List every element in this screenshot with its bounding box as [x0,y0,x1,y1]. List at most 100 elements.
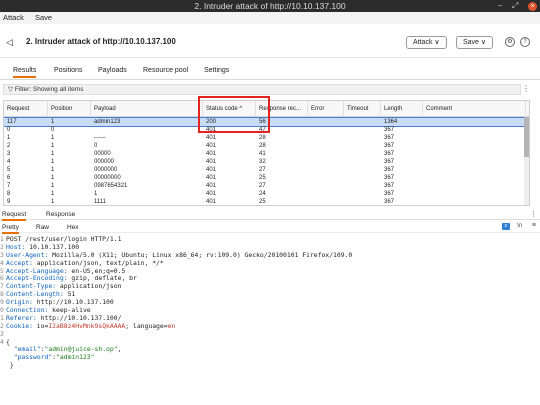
tab-response[interactable]: Response [46,210,75,219]
code-token: http://10.10.137.100 [36,298,114,307]
help-icon[interactable]: ? [520,37,530,47]
col-response-received[interactable]: Response rec... [256,101,308,117]
code-token: POST /rest/user/login HTTP/1.1 [6,235,122,243]
cell-status: 401 [206,175,217,181]
back-icon[interactable]: ◁ [6,37,13,48]
close-icon[interactable]: × [528,1,537,11]
code-token: "email" [13,345,41,354]
cell-req: 3 [7,151,11,157]
cell-pos: 1 [51,119,55,125]
newline-toggle-icon[interactable]: \n [517,223,522,229]
tab-results[interactable]: Results [13,67,37,78]
tab-hex[interactable]: Hex [67,223,79,232]
table-row[interactable]: 2 1 0 401 28 367 [4,142,529,150]
table-row[interactable]: 117 1 admin123 200 56 1364 [4,117,529,127]
table-header: Request Position Payload Status code ^ R… [4,101,529,117]
tab-settings[interactable]: Settings [204,67,229,74]
table-row[interactable]: 1 1 ------ 401 28 367 [4,134,529,142]
tab-request[interactable]: Request [2,210,27,221]
cell-req: 4 [7,159,11,165]
pane-options-icon[interactable]: ⋮ [530,210,537,218]
code-token: { [6,337,10,346]
col-error[interactable]: Error [308,101,344,117]
col-position[interactable]: Position [48,101,91,117]
table-row[interactable]: 3 1 00000 401 41 367 [4,150,529,158]
cell-payload: admin123 [94,119,121,125]
cell-payload: 1111 [94,199,107,205]
menu-attack[interactable]: Attack [3,12,24,24]
cell-req: 117 [7,119,17,125]
request-editor[interactable]: 1 POST /rest/user/login HTTP/1.1 2 Host: 10… [0,235,540,370]
col-timeout[interactable]: Timeout [344,101,381,117]
view-mode-tabs: Pretty Raw Hex \n ≡ [0,222,540,234]
code-line: } [0,361,540,370]
render-toggle-icon[interactable]: ≡ [502,223,510,230]
cell-status: 401 [206,183,217,189]
cell-payload: 000000 [94,159,115,165]
col-length[interactable]: Length [381,101,423,117]
cell-payload: 00000000 [94,175,121,181]
save-button[interactable]: Save ∨ [456,36,494,49]
cell-req: 6 [7,175,11,181]
cell-pos: 1 [51,191,55,197]
code-line: 1 POST /rest/user/login HTTP/1.1 [0,235,540,244]
code-token: Accept-Encoding: [6,274,72,283]
cell-status: 401 [206,199,217,205]
cell-pos: 1 [51,183,55,189]
tab-payloads[interactable]: Payloads [98,67,127,74]
cell-resp: 24 [259,191,266,197]
table-scrollbar[interactable] [524,117,529,205]
scrollbar-thumb[interactable] [524,117,529,157]
cell-length: 367 [384,159,395,165]
code-line: 3 [0,330,540,339]
window-titlebar: 2. Intruder attack of http://10.10.137.1… [0,0,540,12]
attack-button[interactable]: Attack ∨ [406,36,447,49]
table-row[interactable]: 6 1 00000000 401 25 367 [4,174,529,182]
code-token: 51 [67,290,76,299]
table-row[interactable]: 5 1 0000000 401 27 367 [4,166,529,174]
cell-payload [91,126,94,134]
tab-resource-pool[interactable]: Resource pool [143,67,188,74]
cell-status: 401 [206,159,217,165]
col-comment[interactable]: Comment [423,101,526,117]
cell-payload: 0000000 [94,167,118,173]
cell-resp: 41 [259,151,266,157]
table-row[interactable]: 4 1 000000 401 32 367 [4,158,529,166]
attack-header: ◁ 2. Intruder attack of http://10.10.137… [0,24,540,58]
cell-length: 367 [384,167,395,173]
cell-payload: 0987654321 [94,183,128,189]
cell-resp: 28 [259,135,266,141]
cell-length: 367 [384,127,395,133]
tab-pretty[interactable]: Pretty [2,223,19,234]
cell-status: 401 [206,167,217,173]
settings-icon[interactable]: ⚙ [505,37,515,47]
tab-positions[interactable]: Positions [54,67,82,74]
filter-bar[interactable]: ▽ Filter: Showing all items [3,84,521,95]
cell-length: 1364 [384,119,398,125]
minimize-icon[interactable]: – [498,0,502,12]
cell-req: 2 [7,143,11,149]
cell-status: 401 [206,191,217,197]
table-row[interactable]: 0 0 401 47 367 [4,126,529,134]
code-token: application/json, text/plain, */* [36,258,164,267]
cell-payload: ------ [94,135,106,141]
menu-icon[interactable]: ≡ [532,222,536,229]
tab-raw[interactable]: Raw [36,223,49,232]
cell-pos: 1 [51,175,55,181]
cell-length: 367 [384,135,395,141]
maximize-icon[interactable]: ⤢ [512,0,518,12]
cell-pos: 1 [51,143,55,149]
filter-text: Filter: Showing all items [14,86,84,93]
cell-resp: 27 [259,167,266,173]
cell-payload: 0 [94,143,98,149]
col-status-code[interactable]: Status code ^ [203,101,256,117]
menu-save[interactable]: Save [35,12,52,24]
table-row[interactable]: 9 1 1111 401 25 367 [4,198,529,205]
more-options-icon[interactable]: ⋮ [522,84,530,93]
table-row[interactable]: 8 1 1 401 24 367 [4,190,529,198]
table-row[interactable]: 7 1 0987654321 401 27 367 [4,182,529,190]
cell-status: 401 [206,151,217,157]
col-request[interactable]: Request [4,101,48,117]
window-title: 2. Intruder attack of http://10.10.137.1… [194,1,346,11]
col-payload[interactable]: Payload [91,101,203,117]
